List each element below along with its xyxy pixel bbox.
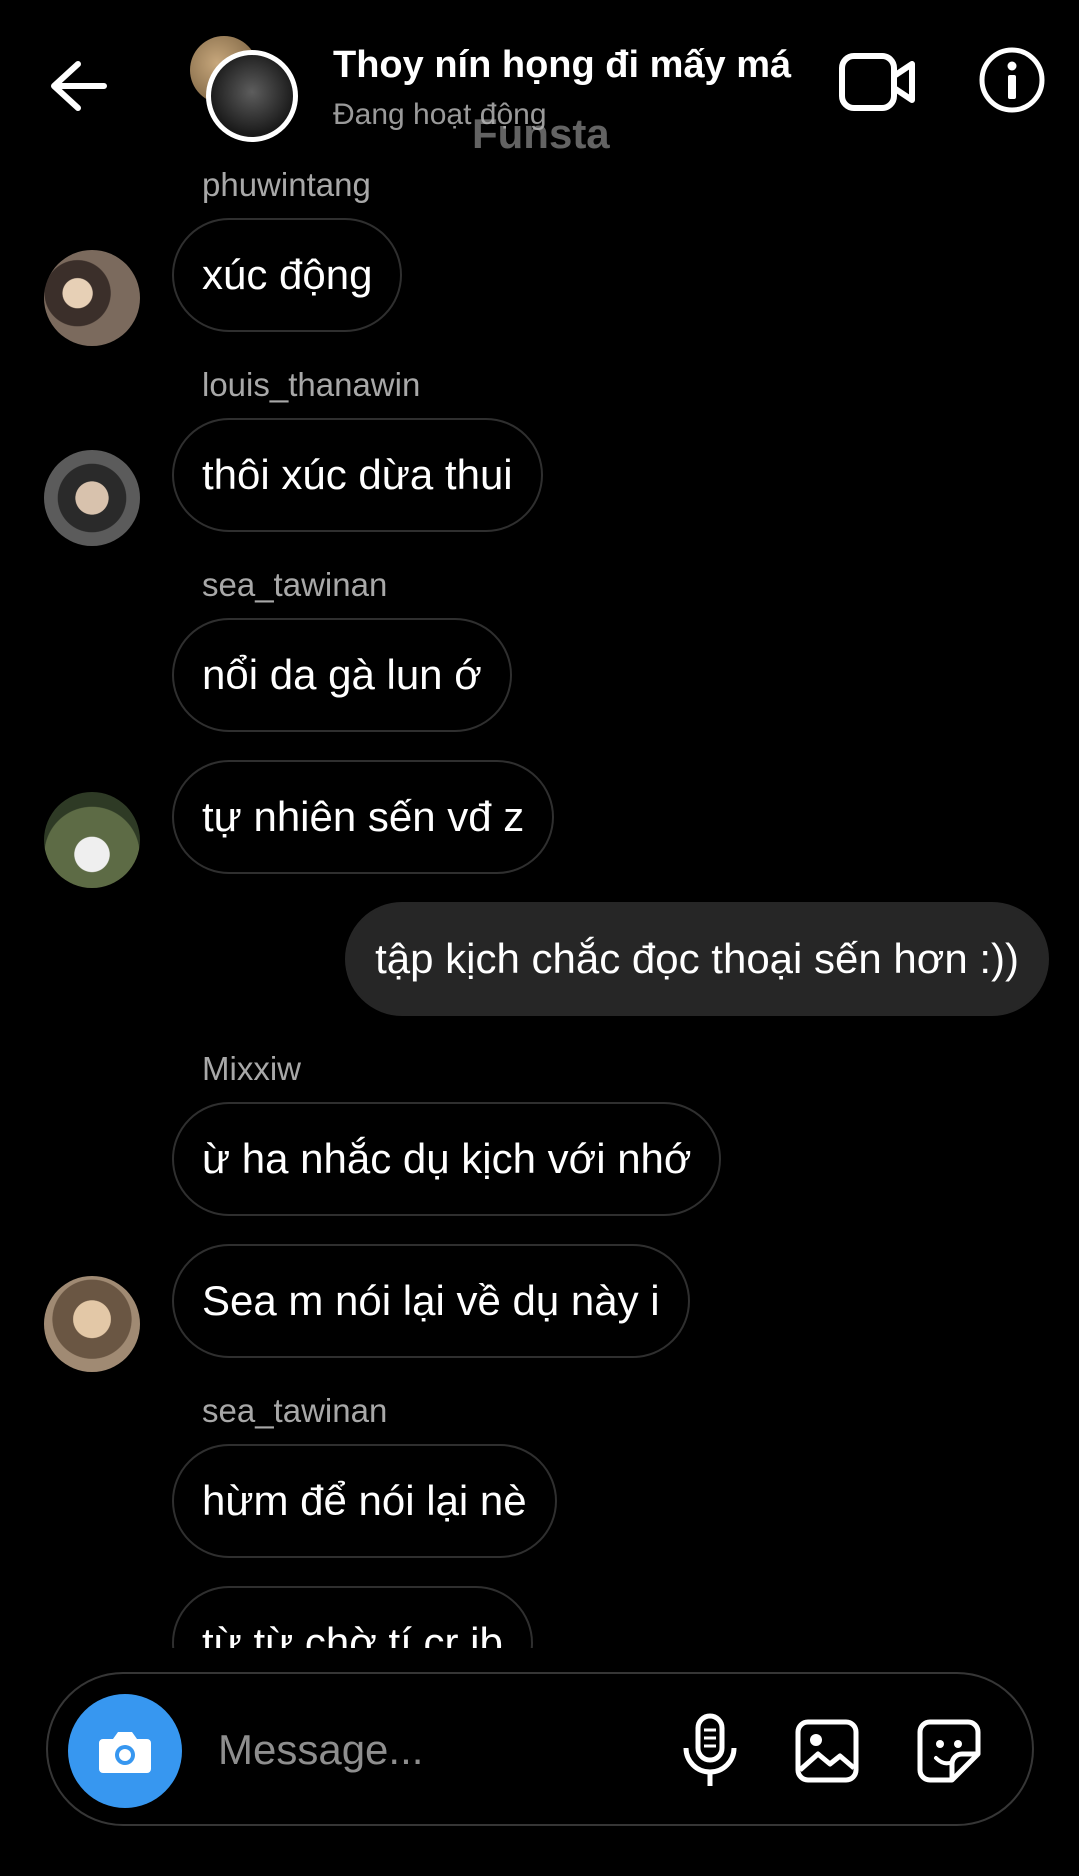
message-bubble[interactable]: ừ ha nhắc dụ kịch với nhớ	[172, 1102, 722, 1216]
back-button[interactable]	[44, 56, 110, 116]
video-camera-icon	[839, 53, 915, 111]
camera-button[interactable]	[68, 1694, 182, 1808]
message-input[interactable]	[216, 1714, 660, 1786]
microphone-icon	[683, 1713, 737, 1786]
message-bubble[interactable]: tự nhiên sến vđ z	[172, 760, 555, 874]
message-bubble[interactable]: từ từ chờ tí cr ib	[172, 1586, 533, 1648]
voice-message-button[interactable]	[678, 1712, 742, 1790]
own-message-bubble[interactable]: tập kịch chắc đọc thoại sến hơn :))	[345, 902, 1049, 1016]
message-thread[interactable]: phuwintang xúc động louis_thanawin thôi …	[0, 160, 1079, 1648]
group-avatar[interactable]	[190, 36, 300, 142]
message-bubble[interactable]: xúc động	[172, 218, 403, 332]
sender-avatar[interactable]	[44, 792, 140, 888]
sticker-button[interactable]	[916, 1718, 982, 1784]
chat-header: Thoy nín họng đi mấy má Đang hoạt động F…	[0, 0, 1079, 160]
arrow-left-icon	[51, 61, 107, 111]
sender-avatar[interactable]	[44, 250, 140, 346]
sender-avatar[interactable]	[44, 450, 140, 546]
message-composer	[46, 1672, 1034, 1826]
sender-name: louis_thanawin	[202, 366, 421, 403]
watermark: Funsta	[472, 110, 610, 157]
member-avatar	[206, 50, 298, 142]
message-bubble[interactable]: thôi xúc dừa thui	[172, 418, 543, 532]
sender-avatar[interactable]	[44, 1276, 140, 1372]
info-button[interactable]	[978, 46, 1046, 114]
message-bubble[interactable]: Sea m nói lại về dụ này i	[172, 1244, 690, 1358]
sticker-icon	[917, 1719, 981, 1783]
gallery-button[interactable]	[794, 1718, 860, 1784]
sender-name: sea_tawinan	[202, 1392, 388, 1429]
sender-name: phuwintang	[202, 166, 371, 203]
video-call-button[interactable]	[838, 50, 918, 114]
image-icon	[795, 1719, 859, 1783]
info-icon	[979, 47, 1045, 113]
sender-name: sea_tawinan	[202, 566, 388, 603]
camera-icon	[99, 1732, 151, 1773]
message-bubble[interactable]: hừm để nói lại nè	[172, 1444, 557, 1558]
chat-title[interactable]: Thoy nín họng đi mấy má	[333, 44, 791, 87]
message-bubble[interactable]: nổi da gà lun ớ	[172, 618, 512, 732]
sender-name: Mixxiw	[202, 1050, 301, 1087]
